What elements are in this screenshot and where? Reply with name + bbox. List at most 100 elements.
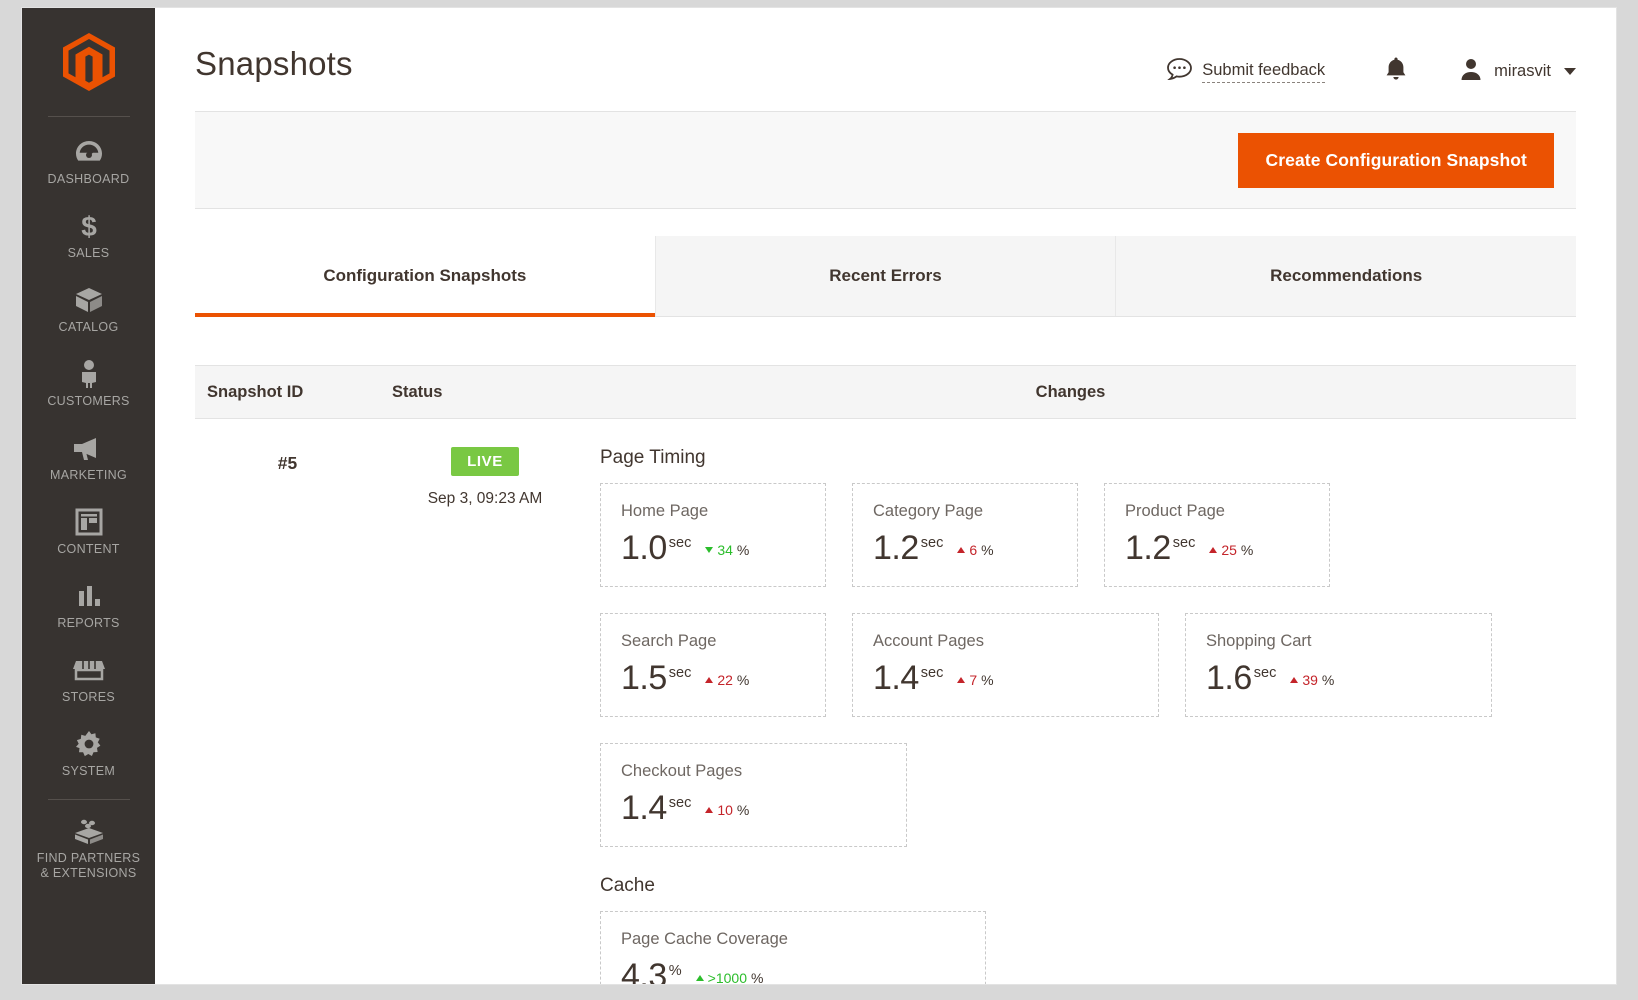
metric-value-row: 1.0 sec 34 % xyxy=(621,530,805,566)
triangle-up-icon xyxy=(957,547,966,553)
action-bar: Create Configuration Snapshot xyxy=(195,111,1576,209)
tab-configuration-snapshots[interactable]: Configuration Snapshots xyxy=(195,236,655,317)
metric-card-search-page: Search Page 1.5 sec 22 % xyxy=(600,613,826,717)
speech-bubble-icon xyxy=(1167,58,1193,85)
metric-delta-value: 6 xyxy=(969,542,978,558)
tab-recommendations[interactable]: Recommendations xyxy=(1115,236,1577,316)
svg-text:$: $ xyxy=(81,211,97,241)
table-row: #5 LIVE Sep 3, 09:23 AM Page Timing Home… xyxy=(195,419,1576,984)
cache-card-grid: Page Cache Coverage 4.3 % >1000 % xyxy=(600,911,1576,984)
metric-card-category-page: Category Page 1.2 sec 6 % xyxy=(852,483,1078,587)
submit-feedback-link[interactable]: Submit feedback xyxy=(1167,58,1326,85)
sidebar-item-sales[interactable]: $ SALES xyxy=(22,199,155,273)
sidebar-item-stores[interactable]: STORES xyxy=(22,643,155,717)
triangle-up-icon xyxy=(695,975,704,981)
chevron-down-icon xyxy=(1564,68,1576,75)
metric-delta: 22 % xyxy=(705,672,749,688)
metric-label: Account Pages xyxy=(873,632,984,650)
sidebar-item-dashboard[interactable]: DASHBOARD xyxy=(22,125,155,199)
metric-card-shopping-cart: Shopping Cart 1.6 sec 39 % xyxy=(1185,613,1492,717)
gauge-icon xyxy=(26,135,151,169)
metric-unit: sec xyxy=(668,795,692,811)
sidebar-divider-bottom xyxy=(47,799,130,800)
metric-delta: 10 % xyxy=(705,802,749,818)
magento-logo[interactable] xyxy=(22,8,155,116)
header-actions: Submit feedback mirasvit xyxy=(1167,42,1576,87)
metric-value-row: 1.2 sec 6 % xyxy=(873,530,1057,566)
metric-label: Category Page xyxy=(873,502,984,520)
sidebar-item-label: DASHBOARD xyxy=(47,172,130,186)
column-header-status: Status xyxy=(392,382,443,401)
snapshots-grid: Snapshot ID Status Changes #5 LIVE Sep 3… xyxy=(195,365,1576,984)
sidebar-item-label: CONTENT xyxy=(57,542,120,556)
metric-label: Shopping Cart xyxy=(1206,632,1312,650)
sidebar-item-system[interactable]: SYSTEM xyxy=(22,717,155,791)
sidebar-item-reports[interactable]: REPORTS xyxy=(22,569,155,643)
sidebar-item-content[interactable]: CONTENT xyxy=(22,495,155,569)
sidebar-item-customers[interactable]: CUSTOMERS xyxy=(22,347,155,421)
section-title: Cache xyxy=(600,875,655,896)
sidebar-item-label: SALES xyxy=(67,246,110,260)
metric-value: 1.2 xyxy=(873,529,919,567)
metric-delta: >1000 % xyxy=(695,970,764,984)
triangle-up-icon xyxy=(705,677,714,683)
metric-value: 1.5 xyxy=(621,659,667,697)
layout-icon xyxy=(26,505,151,539)
metric-value-row: 1.6 sec 39 % xyxy=(1206,660,1471,696)
column-header-changes: Changes xyxy=(1035,382,1106,401)
metric-delta-unit: % xyxy=(751,970,764,984)
metric-label: Checkout Pages xyxy=(621,762,743,780)
triangle-up-icon xyxy=(1209,547,1218,553)
main-content: Snapshots Submit feedback mirasvit Creat… xyxy=(155,8,1616,984)
metric-value-row: 1.2 sec 25 % xyxy=(1125,530,1309,566)
sidebar-item-label: REPORTS xyxy=(57,616,120,630)
metric-card-account-pages: Account Pages 1.4 sec 7 % xyxy=(852,613,1159,717)
metric-card-page-cache-coverage: Page Cache Coverage 4.3 % >1000 % xyxy=(600,911,986,984)
cell-changes: Page Timing Home Page 1.0 sec 34 % Categ… xyxy=(590,447,1576,984)
metric-delta-unit: % xyxy=(1321,672,1335,688)
metric-delta-unit: % xyxy=(981,542,994,558)
user-name: mirasvit xyxy=(1494,62,1551,80)
metric-delta-value: 10 xyxy=(717,802,733,818)
bell-icon[interactable] xyxy=(1385,56,1407,87)
admin-window: DASHBOARD $ SALES CATALOG CUSTOMERS MARK… xyxy=(22,8,1616,984)
metric-value: 4.3 xyxy=(621,957,667,984)
metric-value-row: 1.5 sec 22 % xyxy=(621,660,805,696)
sidebar-item-find-partners-extensions[interactable]: FIND PARTNERS & EXTENSIONS xyxy=(22,804,155,893)
cell-status: LIVE Sep 3, 09:23 AM xyxy=(380,447,590,984)
metric-card-checkout-pages: Checkout Pages 1.4 sec 10 % xyxy=(600,743,907,847)
metric-unit: sec xyxy=(920,665,944,681)
metric-delta-value: 25 xyxy=(1221,542,1237,558)
sidebar-item-label: CATALOG xyxy=(58,320,119,334)
column-header-snapshot-id: Snapshot ID xyxy=(207,382,304,401)
storefront-icon xyxy=(26,653,151,687)
metric-delta-value: 7 xyxy=(969,672,978,688)
tabs-bar: Configuration Snapshots Recent Errors Re… xyxy=(195,236,1577,317)
sidebar-item-label: CUSTOMERS xyxy=(47,394,130,408)
user-avatar-icon xyxy=(1459,57,1483,86)
bar-chart-icon xyxy=(26,579,151,613)
submit-feedback-label: Submit feedback xyxy=(1202,61,1326,83)
triangle-down-icon xyxy=(705,547,714,553)
sidebar-item-catalog[interactable]: CATALOG xyxy=(22,273,155,347)
metric-delta-value: 39 xyxy=(1302,672,1318,688)
page-header: Snapshots Submit feedback mirasvit xyxy=(155,8,1616,87)
metric-label: Product Page xyxy=(1125,502,1225,520)
metric-delta-value: 22 xyxy=(717,672,733,688)
metric-unit: % xyxy=(668,963,682,979)
metric-value-row: 1.4 sec 10 % xyxy=(621,790,886,826)
tab-recent-errors[interactable]: Recent Errors xyxy=(654,236,1116,316)
metric-delta-unit: % xyxy=(736,542,750,558)
box-icon xyxy=(26,283,151,317)
metric-delta-unit: % xyxy=(1240,542,1254,558)
user-menu[interactable]: mirasvit xyxy=(1459,57,1576,86)
metric-delta-value: >1000 xyxy=(707,970,747,984)
sidebar-item-marketing[interactable]: MARKETING xyxy=(22,421,155,495)
metric-delta: 25 % xyxy=(1209,542,1253,558)
triangle-up-icon xyxy=(705,807,714,813)
sidebar-item-label-line2: & EXTENSIONS xyxy=(40,866,137,880)
metric-delta: 39 % xyxy=(1290,672,1334,688)
metric-delta-value: 34 xyxy=(717,542,733,558)
status-badge: LIVE xyxy=(451,447,519,476)
create-configuration-snapshot-button[interactable]: Create Configuration Snapshot xyxy=(1238,132,1554,188)
